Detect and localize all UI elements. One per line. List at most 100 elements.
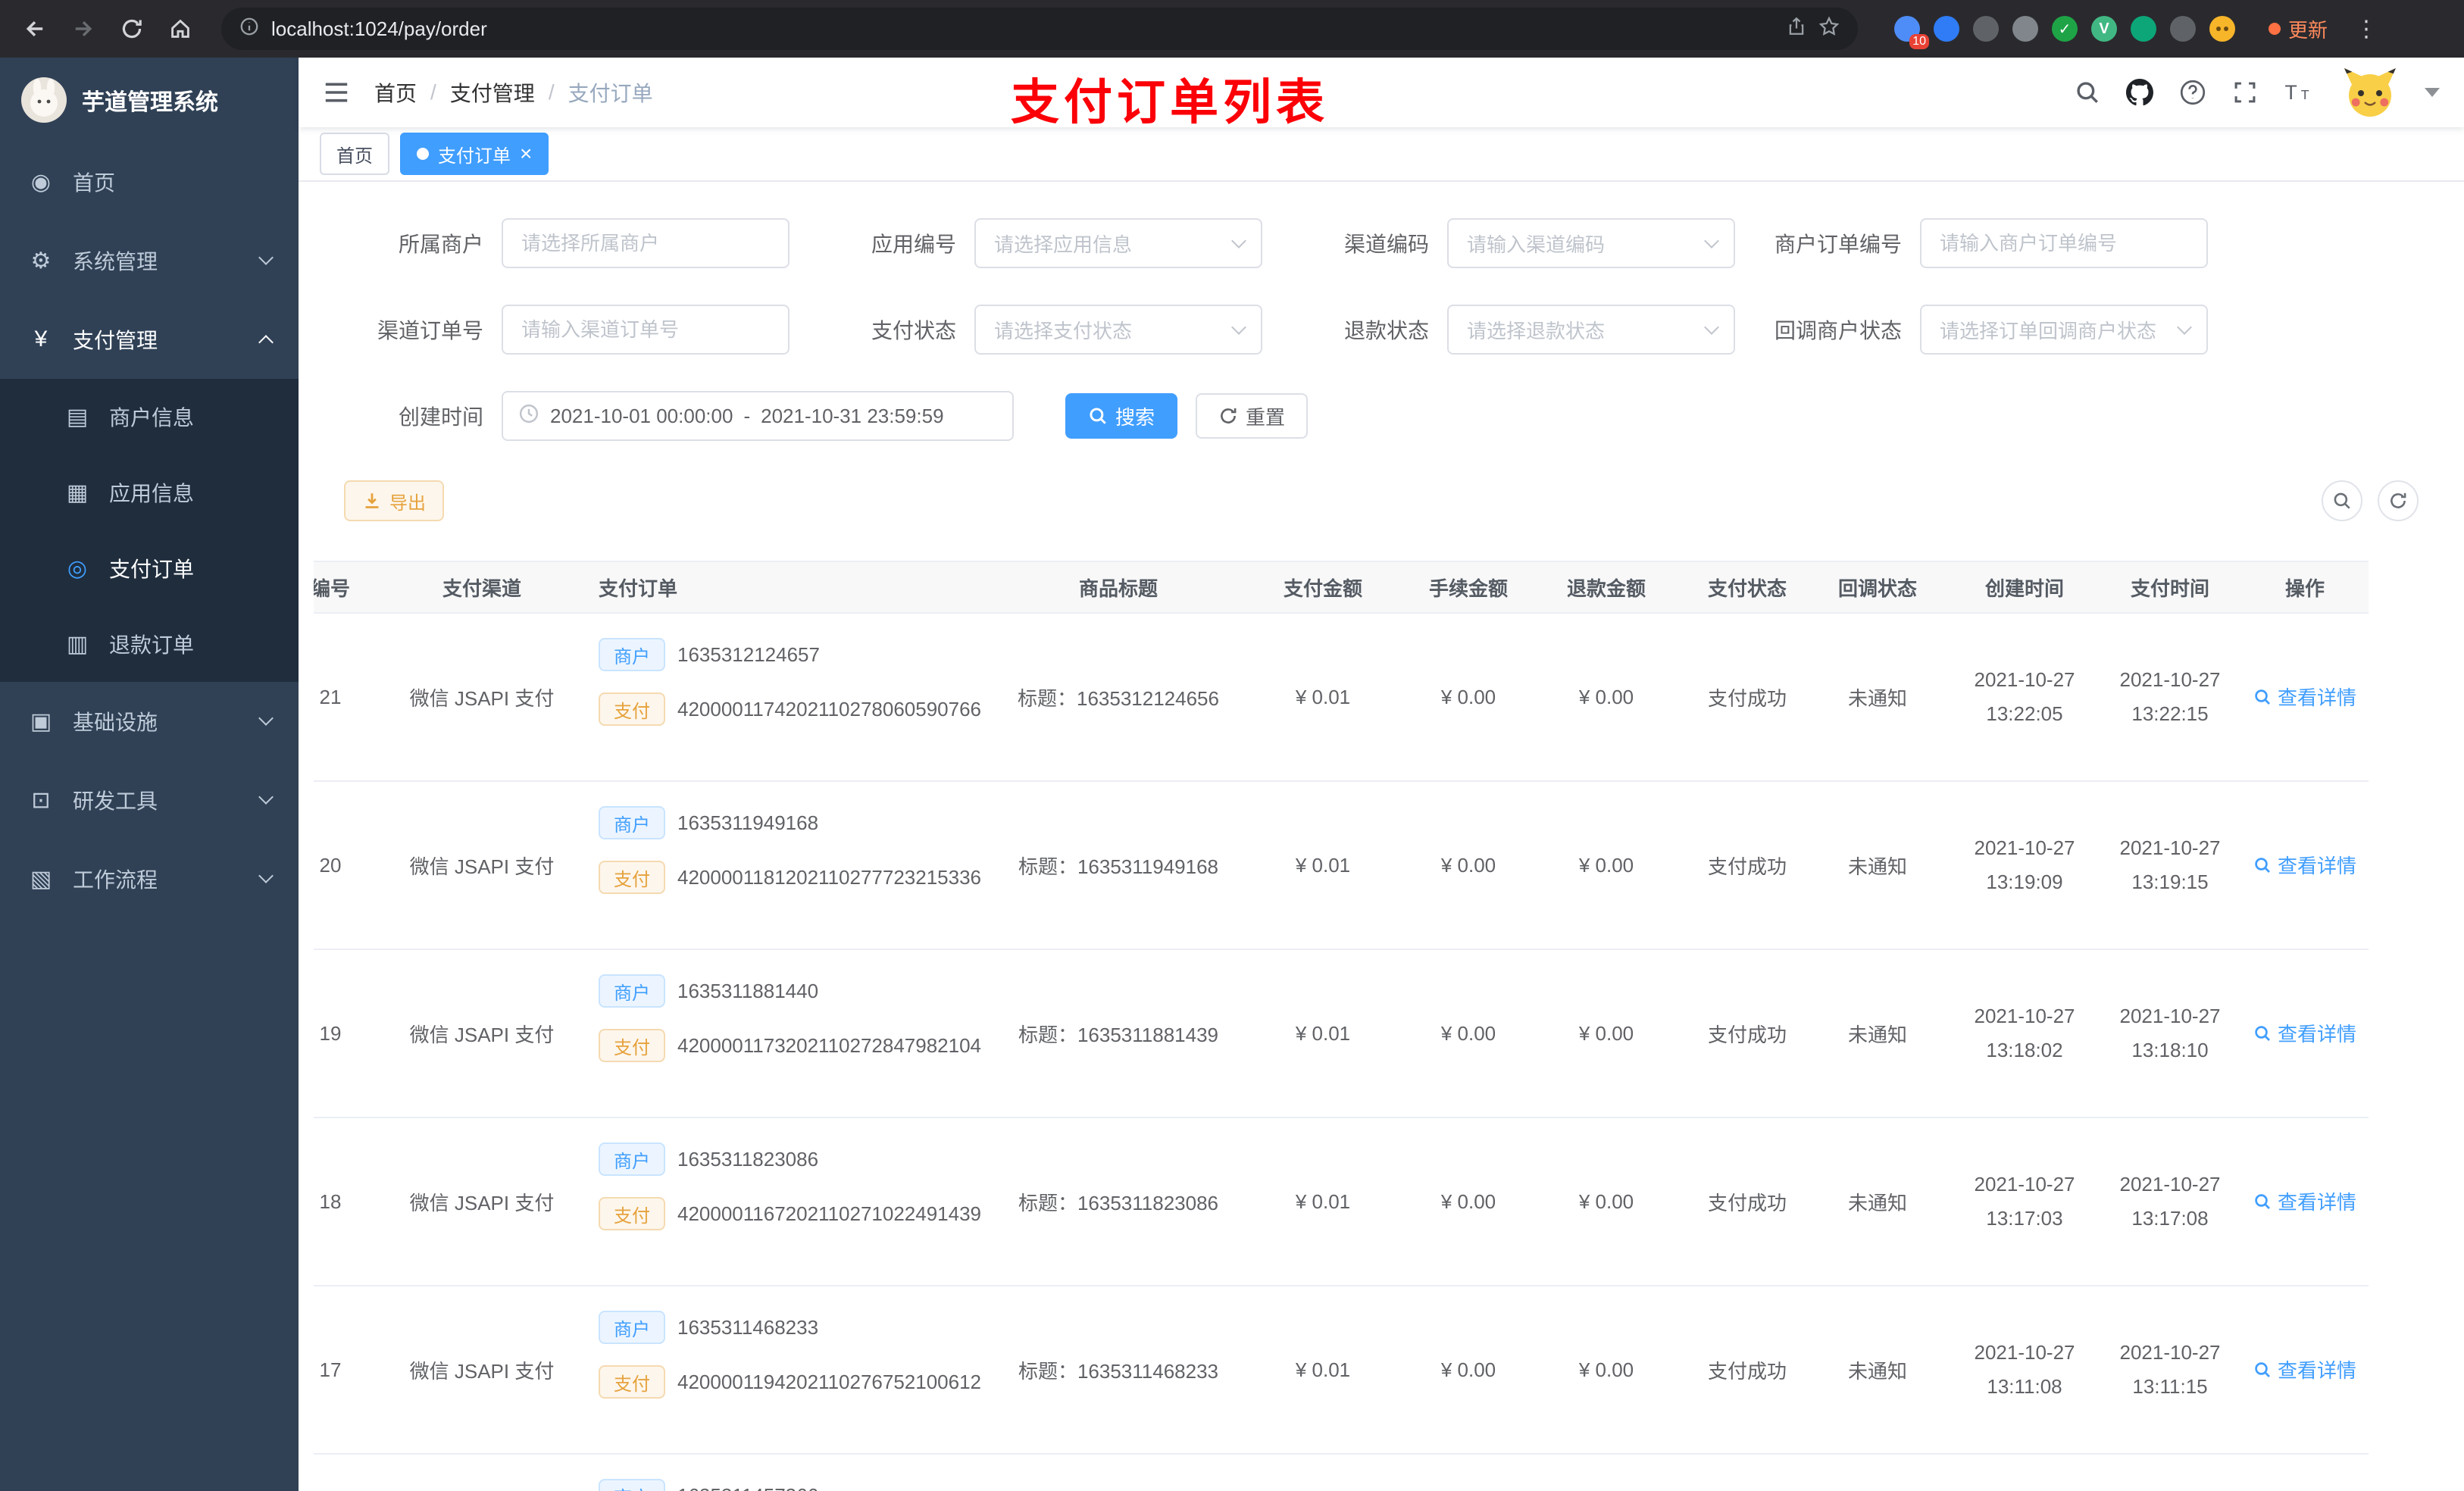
view-detail-link[interactable]: 查看详情	[2253, 1019, 2356, 1047]
channel-order-no-input[interactable]	[502, 305, 790, 355]
workflow-icon: ▧	[30, 866, 52, 892]
notify-status-cell: 未通知	[1805, 781, 1950, 950]
date-start: 2021-10-01 00:00:00	[550, 404, 733, 427]
extension-icon[interactable]	[2012, 16, 2038, 42]
refund-amount-cell: ¥ 0.00	[1523, 613, 1690, 782]
close-icon[interactable]: ×	[520, 143, 532, 164]
pay-no-line: 支付 4200001194202110276752100612	[599, 1365, 1005, 1399]
browser-update-button[interactable]: 更新	[2269, 15, 2328, 43]
refund-amount-cell	[1523, 1454, 1690, 1491]
create-time-cell: 2021-10-27 13:17:03	[1950, 1117, 2099, 1286]
site-info-icon[interactable]	[239, 17, 259, 42]
app-select[interactable]: 请选择应用信息	[974, 218, 1262, 268]
extension-icon[interactable]: ✓	[2052, 16, 2078, 42]
export-button[interactable]: 导出	[344, 480, 444, 521]
emoji-extension-icon[interactable]	[2209, 16, 2235, 42]
refund-amount-cell: ¥ 0.00	[1523, 781, 1690, 950]
col-channel: 支付渠道	[386, 561, 577, 614]
caret-down-icon[interactable]	[2425, 88, 2440, 97]
col-fee: 手续金额	[1414, 561, 1523, 614]
help-icon[interactable]	[2179, 79, 2206, 106]
refund-amount-cell: ¥ 0.00	[1523, 1286, 1690, 1455]
tab-pay-order[interactable]: 支付订单 ×	[400, 133, 549, 175]
sidebar-item-home[interactable]: ◉ 首页	[0, 142, 299, 221]
font-size-icon[interactable]: TT	[2284, 80, 2315, 105]
fee-amount-cell: ¥ 0.00	[1414, 781, 1523, 950]
pay-order-cell: 商户 1635311881440 支付 42000011732021102728…	[577, 949, 1005, 1118]
search-icon	[2255, 1026, 2270, 1041]
sidebar-item-system[interactable]: ⚙ 系统管理	[0, 221, 299, 300]
vue-devtools-icon[interactable]: V	[2091, 16, 2117, 42]
sidebar-item-app-info[interactable]: ▦ 应用信息	[0, 455, 299, 530]
merchant-order-no-input[interactable]	[1920, 218, 2208, 268]
table-mini-actions	[2322, 480, 2419, 521]
browser-menu-icon[interactable]: ⋮	[2355, 16, 2379, 42]
toggle-search-icon[interactable]	[2322, 480, 2362, 521]
search-icon[interactable]	[2075, 80, 2100, 105]
home-icon[interactable]	[164, 12, 197, 45]
pay-status-cell: 支付成功	[1690, 949, 1805, 1118]
app-title: 芋道管理系统	[82, 90, 218, 115]
tab-home[interactable]: 首页	[320, 133, 389, 175]
extension-icon[interactable]	[1973, 16, 1999, 42]
share-icon[interactable]	[1787, 17, 1806, 42]
channel-code-select[interactable]: 请输入渠道编码	[1447, 218, 1735, 268]
sidebar-item-infra[interactable]: ▣ 基础设施	[0, 682, 299, 761]
date-end: 2021-10-31 23:59:59	[761, 404, 944, 427]
fullscreen-icon[interactable]	[2232, 80, 2258, 105]
merchant-input[interactable]	[502, 218, 790, 268]
col-pay-order: 支付订单	[577, 561, 1005, 614]
address-bar[interactable]: localhost:1024/pay/order	[221, 8, 1858, 50]
notify-status-cell	[1805, 1454, 1950, 1491]
view-detail-link[interactable]: 查看详情	[2253, 1187, 2356, 1215]
bookmark-star-icon[interactable]	[1818, 16, 1840, 42]
col-action: 操作	[2241, 561, 2369, 614]
sidebar-item-workflow[interactable]: ▧ 工作流程	[0, 839, 299, 918]
app-logo[interactable]: 芋道管理系统	[0, 58, 299, 142]
merchant-no-line: 商户 1635311823086	[599, 1142, 1005, 1176]
reset-button[interactable]: 重置	[1196, 393, 1309, 439]
view-detail-link[interactable]: 查看详情	[2253, 1355, 2356, 1383]
extension-icon[interactable]: 10	[1894, 16, 1929, 49]
extensions-puzzle-icon[interactable]	[2170, 16, 2196, 42]
pay-status-select[interactable]: 请选择支付状态	[974, 305, 1262, 355]
view-detail-link[interactable]: 查看详情	[2253, 683, 2356, 711]
filter-label-notify-status: 回调商户状态	[1774, 319, 1902, 342]
view-detail-link[interactable]: 查看详情	[2253, 851, 2356, 879]
notify-status-select[interactable]: 请选择订单回调商户状态	[1920, 305, 2208, 355]
hamburger-icon[interactable]	[323, 80, 350, 105]
sidebar-item-merchant-info[interactable]: ▤ 商户信息	[0, 379, 299, 455]
chat-extension-icon[interactable]	[2131, 16, 2156, 42]
breadcrumb-payment[interactable]: 支付管理	[450, 77, 535, 108]
pay-status-cell: 支付成功	[1690, 1117, 1805, 1286]
create-time-range-picker[interactable]: 2021-10-01 00:00:00 - 2021-10-31 23:59:5…	[502, 391, 1014, 441]
breadcrumb-home[interactable]: 首页	[374, 77, 417, 108]
table-row: 18 微信 JSAPI 支付 商户 1635311823086 支付 42000…	[314, 1117, 2369, 1286]
action-cell	[2241, 1454, 2369, 1491]
order-id-cell: 19	[314, 949, 386, 1118]
reload-icon[interactable]	[115, 12, 149, 45]
sidebar-item-devtools[interactable]: ⊡ 研发工具	[0, 761, 299, 839]
filter-row-3: 创建时间 2021-10-01 00:00:00 - 2021-10-31 23…	[299, 391, 2464, 441]
table-row: 17 微信 JSAPI 支付 商户 1635311468233 支付 42000…	[314, 1286, 2369, 1455]
extension-icon[interactable]	[1934, 16, 1959, 42]
sidebar-item-payment[interactable]: ¥ 支付管理	[0, 300, 299, 379]
search-button[interactable]: 搜索	[1065, 393, 1178, 439]
order-id-cell: 16	[314, 1454, 386, 1491]
forward-icon[interactable]	[67, 12, 100, 45]
back-icon[interactable]	[18, 12, 52, 45]
search-icon	[2255, 1194, 2270, 1209]
pay-time-cell: 2021-10-27 13:17:08	[2099, 1117, 2241, 1286]
sidebar-item-refund-order[interactable]: ▥ 退款订单	[0, 606, 299, 682]
sidebar-item-pay-order[interactable]: ◎ 支付订单	[0, 530, 299, 606]
sidebar: 芋道管理系统 ◉ 首页 ⚙ 系统管理 ¥ 支付管理 ▤ 商户信息 ▦ 应用信息 …	[0, 58, 299, 1491]
orders-tbody: 21 微信 JSAPI 支付 商户 1635312124657 支付 42000…	[314, 613, 2369, 1491]
avatar[interactable]	[2341, 67, 2399, 118]
pay-badge: 支付	[599, 1029, 665, 1062]
refund-amount-cell: ¥ 0.00	[1523, 949, 1690, 1118]
pay-status-cell: 支付成功	[1690, 613, 1805, 782]
refund-status-select[interactable]: 请选择退款状态	[1447, 305, 1735, 355]
refresh-table-icon[interactable]	[2378, 480, 2419, 521]
pay-order-cell: 商户 1635311823086 支付 42000011672021102710…	[577, 1117, 1005, 1286]
github-icon[interactable]	[2126, 79, 2153, 106]
